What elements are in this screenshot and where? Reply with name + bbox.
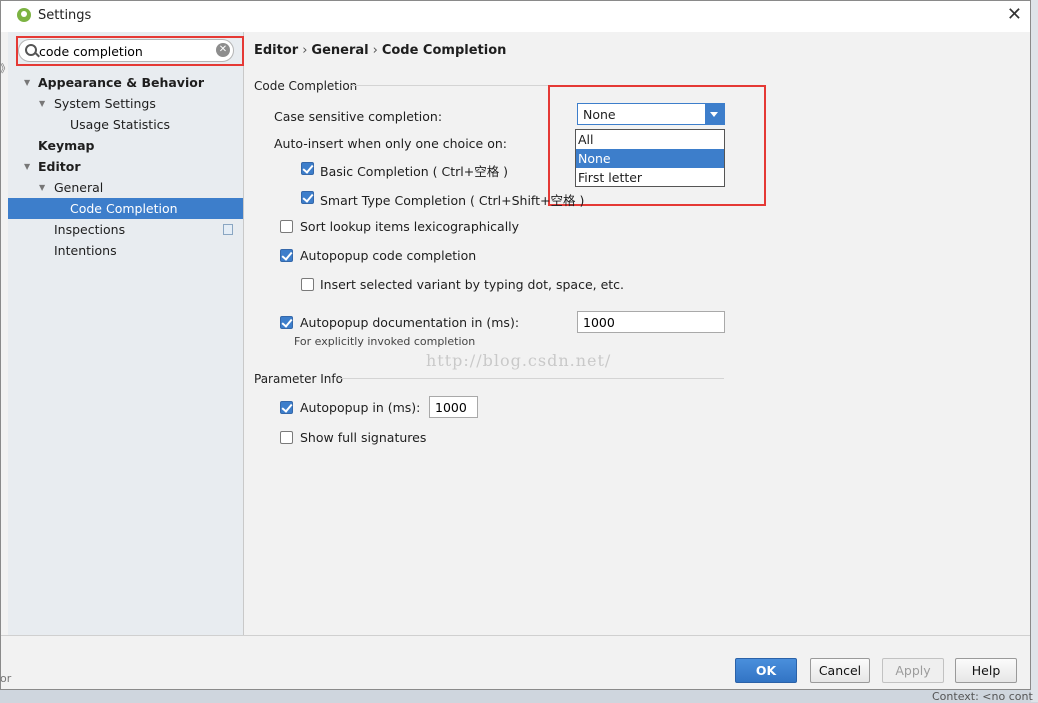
apply-button[interactable]: Apply [882,658,944,683]
breadcrumb-general: General [311,43,369,58]
breadcrumb-code-completion: Code Completion [381,43,507,58]
section-divider [351,85,724,86]
tree-item-label: Code Completion [70,201,178,216]
tree-item-label: Editor [38,159,81,174]
combo-value: None [583,107,616,122]
watermark: http://blog.csdn.net/ [426,351,612,370]
tree-item-editor[interactable]: ▼ Editor [8,156,243,177]
project-scope-icon [223,224,233,235]
basic-completion-label[interactable]: Basic Completion ( Ctrl+空格 ) [320,161,508,180]
parameter-autopopup-checkbox[interactable] [280,401,293,414]
background-status-text: Context: <no cont [932,690,1033,703]
autopopup-documentation-label[interactable]: Autopopup documentation in (ms): [300,315,519,330]
tree-item-label: General [54,180,104,195]
background-edge-text: or [0,672,12,685]
tree-item-appearance-behavior[interactable]: ▼ Appearance & Behavior [8,72,243,93]
ok-button[interactable]: OK [735,658,797,683]
sort-lexicographically-checkbox[interactable] [280,220,293,233]
insert-selected-variant-checkbox[interactable] [301,278,314,291]
auto-insert-label: Auto-insert when only one choice on: [274,136,507,151]
basic-completion-checkbox[interactable] [301,162,314,175]
breadcrumb: Editor › General › Code Completion [254,43,506,58]
autopopup-documentation-delay-input[interactable] [577,311,725,333]
autopopup-documentation-checkbox[interactable] [280,316,293,329]
breadcrumb-separator: › [302,43,308,58]
tree-item-label: System Settings [54,96,156,111]
background-edge-glyph: 》 [0,62,11,75]
close-icon[interactable]: ✕ [1007,4,1022,26]
settings-tree: ▼ Appearance & Behavior ▼ System Setting… [8,72,243,261]
settings-sidebar: ✕ ▼ Appearance & Behavior ▼ System Setti… [8,32,244,635]
case-sensitive-combo[interactable]: None [577,103,725,125]
tree-item-system-settings[interactable]: ▼ System Settings [8,93,243,114]
help-button[interactable]: Help [955,658,1017,683]
expand-arrow-icon[interactable]: ▼ [39,93,45,114]
android-studio-icon [17,8,31,22]
section-title-code-completion: Code Completion [254,79,358,93]
tree-item-label: Intentions [54,243,117,258]
title-bar: Settings ✕ [1,1,1030,32]
sort-lexicographically-label[interactable]: Sort lookup items lexicographically [300,219,519,234]
tree-item-code-completion[interactable]: Code Completion [8,198,243,219]
insert-selected-variant-label[interactable]: Insert selected variant by typing dot, s… [320,277,624,292]
dropdown-option-none[interactable]: None [576,149,724,168]
case-sensitive-dropdown: All None First letter [575,129,725,187]
search-icon [25,44,37,56]
tree-item-keymap[interactable]: Keymap [8,135,243,156]
case-sensitive-label: Case sensitive completion: [274,109,443,124]
smart-type-completion-checkbox[interactable] [301,191,314,204]
dialog-footer: OK Cancel Apply Help [1,635,1030,690]
tree-item-label: Keymap [38,138,95,153]
background-ide-strip [1031,0,1038,702]
tree-item-label: Inspections [54,222,126,237]
show-full-signatures-checkbox[interactable] [280,431,293,444]
show-full-signatures-label[interactable]: Show full signatures [300,430,426,445]
window-title: Settings [38,8,92,23]
explicit-completion-note: For explicitly invoked completion [294,335,476,348]
expand-arrow-icon[interactable]: ▼ [39,177,45,198]
settings-content: Editor › General › Code Completion Code Comp… [244,32,1030,635]
breadcrumb-editor: Editor [254,43,299,58]
parameter-autopopup-label[interactable]: Autopopup in (ms): [300,400,420,415]
section-title-parameter-info: Parameter Info [254,372,343,386]
settings-dialog: Settings ✕ ✕ ▼ Appearance & Behavior ▼ S… [0,0,1031,690]
tree-item-general[interactable]: ▼ General [8,177,243,198]
tree-item-label: Usage Statistics [70,117,171,132]
expand-arrow-icon[interactable]: ▼ [24,156,30,177]
section-divider [338,378,724,379]
breadcrumb-separator: › [372,43,378,58]
search-input[interactable] [37,42,211,61]
search-box[interactable]: ✕ [18,39,234,62]
cancel-button[interactable]: Cancel [810,658,870,683]
dropdown-option-all[interactable]: All [576,130,724,149]
smart-type-completion-label[interactable]: Smart Type Completion ( Ctrl+Shift+空格 ) [320,190,584,209]
tree-item-label: Appearance & Behavior [38,75,204,90]
autopopup-code-completion-label[interactable]: Autopopup code completion [300,248,476,263]
tree-item-usage-statistics[interactable]: Usage Statistics [8,114,243,135]
autopopup-code-completion-checkbox[interactable] [280,249,293,262]
chevron-down-icon[interactable] [705,104,724,124]
tree-item-inspections[interactable]: Inspections [8,219,243,240]
tree-item-intentions[interactable]: Intentions [8,240,243,261]
expand-arrow-icon[interactable]: ▼ [24,72,30,93]
dropdown-option-first-letter[interactable]: First letter [576,168,724,187]
parameter-autopopup-delay-input[interactable] [429,396,478,418]
clear-search-icon[interactable]: ✕ [216,43,230,57]
